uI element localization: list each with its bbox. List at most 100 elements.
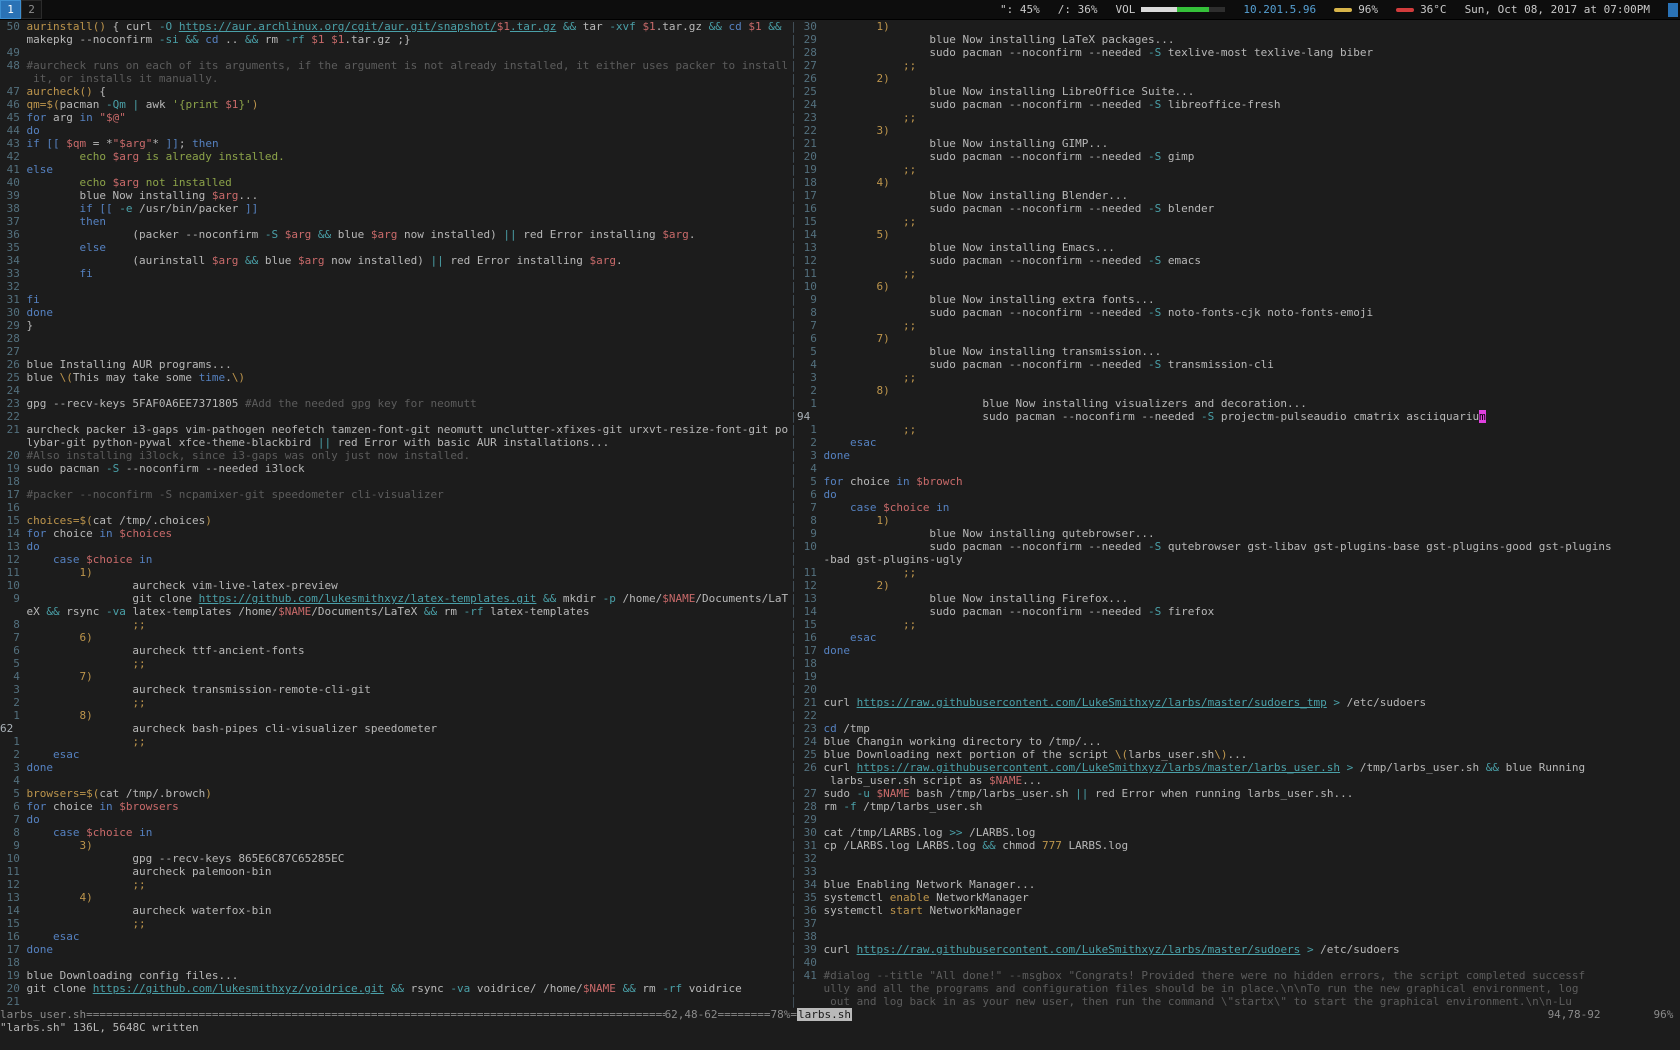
code-line[interactable]: 10 aurcheck vim-live-latex-preview [0,579,790,592]
code-line[interactable]: eX && rsync -va latex-templates /home/$N… [0,605,790,618]
code-line[interactable]: 30cat /tmp/LARBS.log >> /LARBS.log [797,826,1680,839]
code-line[interactable]: 13 blue Now installing Emacs... [797,241,1680,254]
code-line[interactable]: 37 [797,917,1680,930]
code-line[interactable]: 94 sudo pacman --noconfirm --needed -S p… [797,410,1680,423]
code-line[interactable]: 16 esac [797,631,1680,644]
code-line[interactable]: 10 6) [797,280,1680,293]
code-line[interactable]: 48#aurcheck runs on each of its argument… [0,59,790,72]
code-line[interactable]: 28 sudo pacman --noconfirm --needed -S t… [797,46,1680,59]
code-line[interactable]: 17#packer --noconfirm -S ncpamixer-git s… [0,488,790,501]
split-separator[interactable]: ||||||||||||||||||||||||||||||||||||||||… [790,20,797,1008]
code-line[interactable]: 19sudo pacman -S --noconfirm --needed i3… [0,462,790,475]
code-line[interactable]: 14 aurcheck waterfox-bin [0,904,790,917]
code-line[interactable]: 21curl https://raw.githubusercontent.com… [797,696,1680,709]
code-line[interactable]: 28rm -f /tmp/larbs_user.sh [797,800,1680,813]
code-line[interactable]: 7 ;; [797,319,1680,332]
code-line[interactable]: 29 blue Now installing LaTeX packages... [797,33,1680,46]
code-line[interactable]: 22 [0,410,790,423]
code-line[interactable]: 9 blue Now installing qutebrowser... [797,527,1680,540]
code-line[interactable]: 16 esac [0,930,790,943]
code-line[interactable]: 6for choice in $browsers [0,800,790,813]
code-line[interactable]: 18 [0,956,790,969]
code-line[interactable]: 11 aurcheck palemoon-bin [0,865,790,878]
code-line[interactable]: 17done [797,644,1680,657]
code-line[interactable]: 2 esac [0,748,790,761]
code-line[interactable]: 29 [797,813,1680,826]
code-line[interactable]: 18 [797,657,1680,670]
code-line[interactable]: 5browsers=$(cat /tmp/.browch) [0,787,790,800]
code-line[interactable]: 2 esac [797,436,1680,449]
code-line[interactable]: 15choices=$(cat /tmp/.choices) [0,514,790,527]
code-line[interactable]: 33 [797,865,1680,878]
code-line[interactable]: 41else [0,163,790,176]
code-line[interactable]: 1 ;; [797,423,1680,436]
code-line[interactable]: 40 echo $arg not installed [0,176,790,189]
code-line[interactable]: 21 blue Now installing GIMP... [797,137,1680,150]
code-line[interactable]: 2 ;; [0,696,790,709]
code-line[interactable]: 8 sudo pacman --noconfirm --needed -S no… [797,306,1680,319]
code-line[interactable]: 3 aurcheck transmission-remote-cli-git [0,683,790,696]
code-line[interactable]: 19 [797,670,1680,683]
code-line[interactable]: 38 if [[ -e /usr/bin/packer ]] [0,202,790,215]
code-line[interactable]: 23cd /tmp [797,722,1680,735]
code-line[interactable]: 8 1) [797,514,1680,527]
code-line[interactable]: 22 [797,709,1680,722]
code-line[interactable]: makepkg --noconfirm -si && cd .. && rm -… [0,33,790,46]
code-line[interactable]: 24blue Changin working directory to /tmp… [797,735,1680,748]
code-line[interactable]: 25blue Downloading next portion of the s… [797,748,1680,761]
code-line[interactable]: 9 3) [0,839,790,852]
code-line[interactable]: 24 sudo pacman --noconfirm --needed -S l… [797,98,1680,111]
code-line[interactable]: 50aurinstall() { curl -O https://aur.arc… [0,20,790,33]
code-line[interactable]: 26curl https://raw.githubusercontent.com… [797,761,1680,774]
code-line[interactable]: 17done [0,943,790,956]
code-line[interactable]: 8 case $choice in [0,826,790,839]
code-line[interactable]: 1 8) [0,709,790,722]
code-line[interactable]: 13 4) [0,891,790,904]
code-line[interactable]: 21 [0,995,790,1008]
code-line[interactable]: 45for arg in "$@" [0,111,790,124]
code-line[interactable]: 32 [0,280,790,293]
code-line[interactable]: 21aurcheck packer i3-gaps vim-pathogen n… [0,423,790,436]
code-line[interactable]: 12 ;; [0,878,790,891]
code-line[interactable]: 15 ;; [797,215,1680,228]
code-line[interactable]: 7do [0,813,790,826]
code-line[interactable]: 26 2) [797,72,1680,85]
code-line[interactable]: 43if [[ $qm = *"$arg"* ]]; then [0,137,790,150]
code-line[interactable]: 10 sudo pacman --noconfirm --needed -S q… [797,540,1680,553]
code-line[interactable]: 6 7) [797,332,1680,345]
code-line[interactable]: 20 [797,683,1680,696]
code-line[interactable]: 15 ;; [797,618,1680,631]
left-pane[interactable]: 50aurinstall() { curl -O https://aur.arc… [0,20,790,1008]
code-line[interactable]: 37 then [0,215,790,228]
code-line[interactable]: 49 [0,46,790,59]
code-line[interactable]: 1 ;; [0,735,790,748]
code-line[interactable]: 27 ;; [797,59,1680,72]
code-line[interactable]: 30done [0,306,790,319]
code-line[interactable]: 32 [797,852,1680,865]
code-line[interactable]: 18 4) [797,176,1680,189]
code-line[interactable]: 28 [0,332,790,345]
code-line[interactable]: it, or installs it manually. [0,72,790,85]
code-line[interactable]: 35 else [0,241,790,254]
code-line[interactable]: 42 echo $arg is already installed. [0,150,790,163]
code-line[interactable]: 23gpg --recv-keys 5FAF0A6EE7371805 #Add … [0,397,790,410]
code-line[interactable]: 27sudo -u $NAME bash /tmp/larbs_user.sh … [797,787,1680,800]
code-line[interactable]: 12 sudo pacman --noconfirm --needed -S e… [797,254,1680,267]
code-line[interactable]: 24 [0,384,790,397]
code-line[interactable]: 14 5) [797,228,1680,241]
code-line[interactable]: 7 case $choice in [797,501,1680,514]
code-line[interactable]: 1 blue Now installing visualizers and de… [797,397,1680,410]
code-line[interactable]: -bad gst-plugins-ugly [797,553,1680,566]
code-line[interactable]: 14for choice in $choices [0,527,790,540]
code-line[interactable]: 38 [797,930,1680,943]
code-line[interactable]: 15 ;; [0,917,790,930]
code-line[interactable]: 41#dialog --title "All done!" --msgbox "… [797,969,1680,982]
code-line[interactable]: 31fi [0,293,790,306]
code-line[interactable]: 2 8) [797,384,1680,397]
code-line[interactable]: 26blue Installing AUR programs... [0,358,790,371]
code-line[interactable]: 16 sudo pacman --noconfirm --needed -S b… [797,202,1680,215]
code-line[interactable]: 5 blue Now installing transmission... [797,345,1680,358]
workspace-2[interactable]: 2 [21,0,42,19]
code-line[interactable]: 25blue \(This may take some time.\) [0,371,790,384]
code-line[interactable]: 3 ;; [797,371,1680,384]
